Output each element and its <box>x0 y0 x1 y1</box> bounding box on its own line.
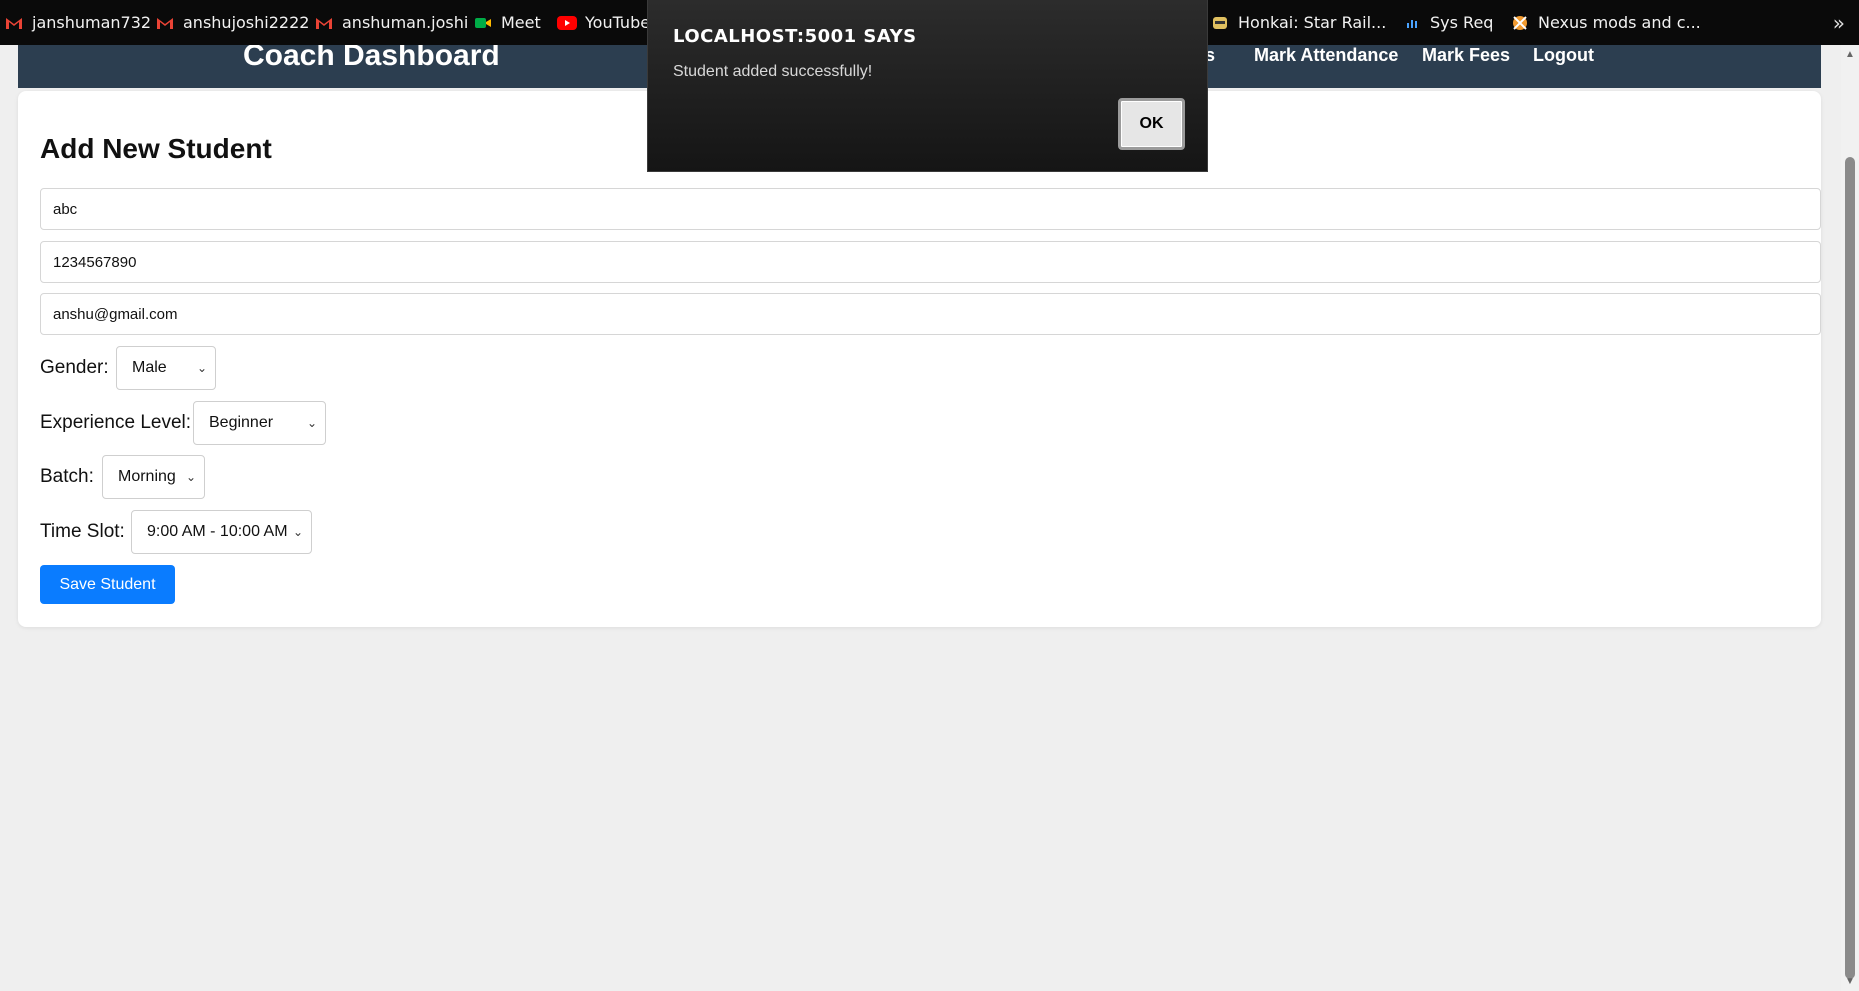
chevron-down-icon: ⌄ <box>196 361 207 375</box>
name-input[interactable] <box>40 188 1821 230</box>
sysreq-icon <box>1402 13 1422 33</box>
alert-dialog: LOCALHOST:5001 SAYS Student added succes… <box>647 0 1208 172</box>
scroll-down-icon[interactable]: ▼ <box>1845 976 1855 987</box>
bookmark-meet[interactable]: Meet <box>473 0 541 45</box>
scrollbar-thumb[interactable] <box>1845 157 1855 979</box>
bookmark-anshuman-joshi[interactable]: anshuman.joshi <box>314 0 468 45</box>
page-title: Coach Dashboard <box>243 39 500 72</box>
dialog-title: LOCALHOST:5001 SAYS <box>673 26 917 47</box>
gender-label: Gender: <box>40 357 109 378</box>
honkai-icon <box>1210 13 1230 33</box>
bookmark-nexus-mods[interactable]: Nexus mods and c... <box>1510 0 1701 45</box>
scroll-up-icon[interactable]: ▲ <box>1845 49 1855 60</box>
nav-mark-attendance[interactable]: Mark Attendance <box>1254 45 1398 65</box>
batch-select-value: Morning <box>118 468 176 485</box>
gender-select-value: Male <box>132 359 167 376</box>
ok-button[interactable]: OK <box>1118 98 1185 150</box>
batch-label: Batch: <box>40 466 94 487</box>
page-scrollbar[interactable]: ▲ ▼ <box>1841 45 1859 991</box>
bookmark-janshuman732[interactable]: janshuman732 <box>4 0 151 45</box>
gender-select[interactable]: Male ⌄ <box>116 346 216 390</box>
batch-select[interactable]: Morning ⌄ <box>102 455 205 499</box>
time-slot-select-value: 9:00 AM - 10:00 AM <box>147 523 288 540</box>
experience-level-select-value: Beginner <box>209 414 274 431</box>
nav-mark-fees[interactable]: Mark Fees <box>1422 45 1510 65</box>
phone-input[interactable] <box>40 241 1821 283</box>
bookmark-youtube[interactable]: YouTube <box>557 0 650 45</box>
gmail-icon <box>4 13 24 33</box>
chevron-down-icon: ⌄ <box>185 470 196 484</box>
chevron-down-icon: ⌄ <box>306 416 317 430</box>
bookmark-anshujoshi2222[interactable]: anshujoshi2222 <box>155 0 309 45</box>
email-input[interactable] <box>40 293 1821 335</box>
form-heading: Add New Student <box>40 133 272 164</box>
nexus-icon <box>1510 13 1530 33</box>
more-bookmarks-icon[interactable]: » <box>1833 0 1845 45</box>
dialog-message: Student added successfully! <box>673 63 873 80</box>
bookmark-sys-req[interactable]: Sys Req <box>1402 0 1493 45</box>
bookmark-honkai[interactable]: Honkai: Star Rail... <box>1210 0 1386 45</box>
nav-logout[interactable]: Logout <box>1533 45 1594 65</box>
time-slot-select[interactable]: 9:00 AM - 10:00 AM ⌄ <box>131 510 312 554</box>
experience-level-label: Experience Level: <box>40 412 192 433</box>
gmail-icon <box>314 13 334 33</box>
youtube-icon <box>557 13 577 33</box>
google-meet-icon <box>473 13 493 33</box>
time-slot-label: Time Slot: <box>40 521 125 542</box>
chevron-down-icon: ⌄ <box>292 525 303 539</box>
gmail-icon <box>155 13 175 33</box>
experience-level-select[interactable]: Beginner ⌄ <box>193 401 326 445</box>
save-student-button[interactable]: Save Student <box>40 565 175 604</box>
